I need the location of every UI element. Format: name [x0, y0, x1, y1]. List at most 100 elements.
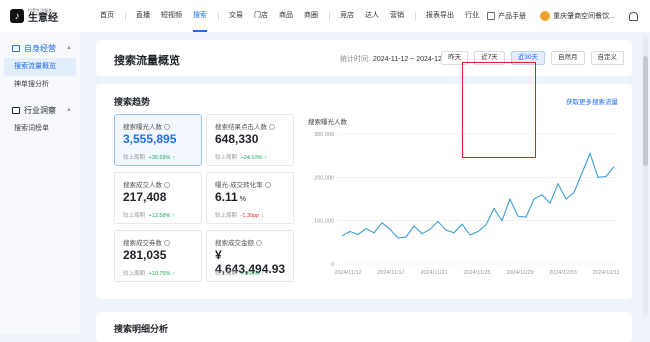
metric-comparison: 较上周期 +36.59%↑ — [123, 153, 175, 161]
metric-value-wrap: 6.11% — [215, 190, 246, 204]
nav-item-4[interactable]: 交易 — [229, 0, 243, 32]
nav-separator — [329, 12, 330, 21]
nav-separator — [415, 12, 416, 21]
store-icon — [12, 45, 20, 52]
comparison-value: +7.04% — [241, 271, 260, 277]
metric-value: 6.11 — [215, 190, 238, 204]
metric-card[interactable]: 搜索成交券数281,035较上周期 +10.75%↑ — [114, 230, 202, 282]
nav-item-3[interactable]: 搜索 — [193, 0, 207, 32]
product-manual-label: 产品手册 — [498, 11, 526, 21]
sidebar-item-hot-search-analysis[interactable]: 神单搜分析 — [0, 76, 80, 94]
metric-comparison: 较上周期 +12.58%↑ — [123, 211, 175, 219]
arrow-up-icon: ↑ — [264, 155, 267, 161]
douyin-logo-icon: ♪ — [10, 9, 24, 23]
comparison-label: 较上周期 — [215, 271, 237, 277]
metric-comparison: 较上周期 -1.30pp↓ — [215, 211, 264, 219]
metric-label: 搜索成交人数 — [123, 182, 162, 189]
nav-item-8[interactable]: 竞店 — [340, 0, 354, 32]
user-name: 重庆肇商空间餐饮... — [553, 11, 615, 21]
metric-card[interactable]: 搜索结果点击人数648,330 较上周期 +24.10%↑ — [206, 114, 294, 166]
metric-value: 281,035 — [123, 248, 166, 262]
y-tick-label: 200,000 — [314, 175, 334, 181]
nav-item-12[interactable]: 行业 — [465, 0, 479, 32]
nav-item-0[interactable]: 首页 — [100, 0, 114, 32]
metric-label-wrap: 搜索成交人数 — [123, 179, 170, 189]
x-tick-label: 2024/12/11 — [592, 270, 619, 276]
notification-bell-icon[interactable] — [629, 12, 638, 21]
question-icon[interactable] — [164, 182, 170, 188]
time-button-4[interactable]: 自定义 — [591, 51, 625, 65]
app-logo[interactable]: ♪ 抖音生活服务 生意经 — [10, 8, 88, 24]
comparison-label: 较上周期 — [215, 155, 237, 161]
x-tick-label: 2024/11/17 — [377, 270, 404, 276]
search-detail-panel: 搜索明细分析 — [96, 312, 632, 342]
metric-card[interactable]: 曝光-成交转化率6.11% 较上周期 -1.30pp↓ — [206, 172, 294, 224]
metric-value-wrap: 3,555,895 — [123, 132, 176, 146]
chevron-up-icon: ▲ — [66, 45, 72, 51]
question-icon[interactable] — [164, 124, 170, 130]
arrow-up-icon: ↑ — [261, 271, 264, 277]
comparison-value: -1.30pp — [241, 213, 260, 219]
metric-unit: % — [240, 196, 246, 203]
x-tick-label: 2024/11/25 — [463, 270, 490, 276]
y-tick-label: 0 — [331, 262, 334, 268]
question-icon[interactable] — [265, 182, 271, 188]
metric-comparison: 较上周期 +24.10%↑ — [215, 153, 267, 161]
metric-value: 648,330 — [215, 132, 258, 146]
search-trend-panel: 搜索趋势 获取更多搜索流量 搜索曝光人数3,555,895较上周期 +36.59… — [96, 84, 632, 299]
metric-value-wrap: 648,330 — [215, 132, 258, 146]
arrow-down-icon: ↓ — [261, 213, 264, 219]
question-icon[interactable] — [164, 240, 170, 246]
metric-comparison: 较上周期 +7.04%↑ — [215, 269, 264, 277]
metric-card[interactable]: 搜索曝光人数3,555,895 较上周期 +36.59%↑ — [114, 114, 202, 166]
sidebar-item-search-overview[interactable]: 搜索流量概览 — [4, 58, 76, 76]
nav-item-5[interactable]: 门店 — [254, 0, 268, 32]
product-manual-link[interactable]: 产品手册 — [487, 11, 526, 21]
arrow-up-icon: ↑ — [172, 213, 175, 219]
metric-value-wrap: 281,035 — [123, 248, 166, 262]
scrollbar[interactable] — [643, 36, 648, 316]
nav-item-11[interactable]: 报表导出 — [426, 0, 454, 32]
user-account-menu[interactable]: 重庆肇商空间餐饮... — [540, 11, 615, 21]
comparison-label: 较上周期 — [215, 213, 237, 219]
question-icon[interactable] — [269, 124, 275, 130]
sidebar-group-label: 行业洞察 — [24, 105, 56, 116]
y-tick-label: 300,000 — [314, 132, 334, 138]
time-button-3[interactable]: 自然月 — [551, 51, 585, 65]
nav-item-6[interactable]: 商品 — [279, 0, 293, 32]
nav-item-9[interactable]: 达人 — [365, 0, 379, 32]
metric-label-wrap: 搜索结果点击人数 — [215, 121, 275, 131]
comparison-value: +36.59% — [149, 155, 171, 161]
nav-item-1[interactable]: 直播 — [136, 0, 150, 32]
question-icon[interactable] — [256, 240, 262, 246]
nav-item-2[interactable]: 短视频 — [161, 0, 182, 32]
sidebar-group-industry-insight[interactable]: 行业洞察 ▲ — [0, 100, 80, 120]
comparison-label: 较上周期 — [123, 213, 145, 219]
top-navigation-bar: ♪ 抖音生活服务 生意经 首页直播短视频搜索交易门店商品商圈竞店达人营销报表导出… — [0, 0, 650, 32]
metric-card[interactable]: 搜索成交金额¥ 4,643,494.93较上周期 +7.04%↑ — [206, 230, 294, 282]
metric-label: 搜索成交金额 — [215, 240, 254, 247]
metric-card[interactable]: 搜索成交人数217,408 较上周期 +12.58%↑ — [114, 172, 202, 224]
metric-label: 搜索曝光人数 — [123, 124, 162, 131]
sidebar-group-self-operation[interactable]: 自身经营 ▲ — [0, 38, 80, 58]
metric-label-wrap: 曝光-成交转化率 — [215, 179, 271, 189]
nav-separator — [218, 12, 219, 21]
book-icon — [487, 12, 495, 20]
metric-label: 曝光-成交转化率 — [215, 182, 263, 189]
sidebar-item-search-ranking[interactable]: 搜索词榜单 — [0, 120, 80, 138]
nav-item-10[interactable]: 营销 — [390, 0, 404, 32]
avatar — [540, 11, 550, 21]
x-tick-label: 2024/11/12 — [334, 270, 361, 276]
more-search-traffic-link[interactable]: 获取更多搜索流量 — [566, 96, 618, 106]
scrollbar-thumb[interactable] — [643, 56, 648, 166]
x-tick-label: 2024/12/03 — [549, 270, 577, 276]
metric-value: 217,408 — [123, 190, 166, 204]
main-nav: 首页直播短视频搜索交易门店商品商圈竞店达人营销报表导出行业 — [100, 0, 490, 32]
comparison-value: +10.75% — [149, 271, 171, 277]
sidebar: 自身经营 ▲ 搜索流量概览 神单搜分析 行业洞察 ▲ 搜索词榜单 — [0, 32, 80, 334]
sidebar-group-label: 自身经营 — [24, 43, 56, 54]
arrow-up-icon: ↑ — [172, 271, 175, 277]
nav-item-7[interactable]: 商圈 — [304, 0, 318, 32]
comparison-value: +12.58% — [149, 213, 171, 219]
logo-title: 生意经 — [28, 13, 58, 24]
